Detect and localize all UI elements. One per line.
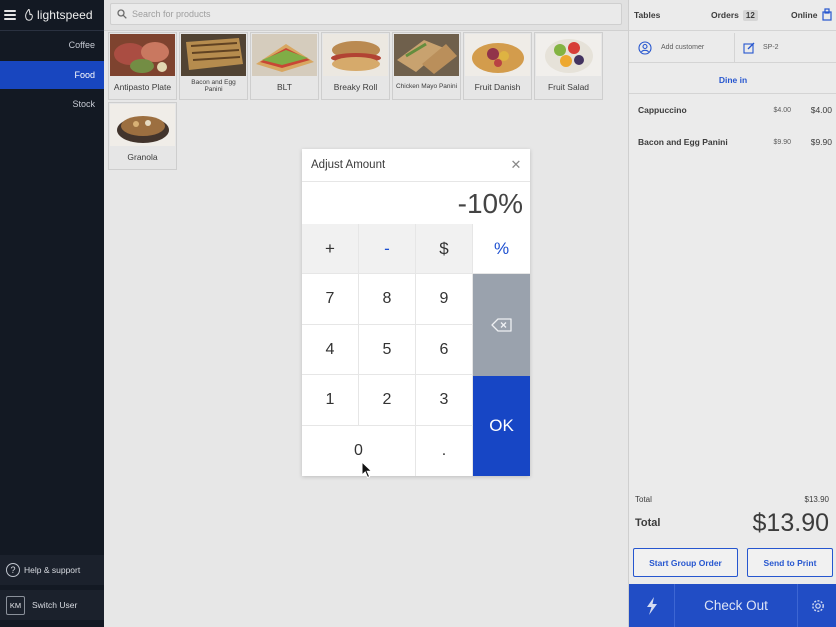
- category-coffee[interactable]: Coffee: [0, 31, 104, 59]
- digit-5-key[interactable]: 5: [359, 325, 416, 375]
- switch-user-label: Switch User: [32, 600, 78, 610]
- digit-8-key[interactable]: 8: [359, 274, 416, 325]
- digit-0-key[interactable]: 0: [302, 426, 416, 476]
- digit-2-key[interactable]: 2: [359, 375, 416, 426]
- percent-key[interactable]: %: [473, 224, 530, 274]
- backspace-icon: [490, 318, 512, 332]
- minus-key[interactable]: -: [359, 224, 416, 274]
- plus-key[interactable]: +: [302, 224, 359, 274]
- help-support-label: Help & support: [24, 565, 81, 575]
- digit-7-key[interactable]: 7: [302, 274, 359, 325]
- help-icon: ?: [6, 563, 20, 577]
- digit-1-key[interactable]: 1: [302, 375, 359, 426]
- brand-name: lightspeed: [37, 8, 93, 22]
- menu-icon[interactable]: [4, 10, 16, 20]
- amount-display: -10%: [457, 188, 523, 219]
- lightspeed-logo-icon: [25, 8, 33, 21]
- switch-user-button[interactable]: KM Switch User: [0, 590, 104, 620]
- digit-3-key[interactable]: 3: [416, 375, 473, 426]
- backspace-key[interactable]: [473, 274, 530, 376]
- dialog-title: Adjust Amount: [311, 159, 386, 171]
- help-support-button[interactable]: ? Help & support: [0, 555, 104, 585]
- user-avatar: KM: [6, 595, 25, 615]
- decimal-key[interactable]: .: [416, 426, 473, 476]
- brand-bar: lightspeed: [0, 0, 104, 30]
- adjust-amount-dialog: Adjust Amount ✕ -10% + - $ % 7 8 9 4 5 6…: [302, 149, 530, 476]
- digit-6-key[interactable]: 6: [416, 325, 473, 375]
- category-stock[interactable]: Stock: [0, 90, 104, 118]
- close-icon[interactable]: ✕: [508, 157, 524, 173]
- digit-4-key[interactable]: 4: [302, 325, 359, 375]
- category-food[interactable]: Food: [0, 61, 104, 89]
- sidebar: lightspeed Coffee Food Stock ? Help & su…: [0, 0, 104, 627]
- ok-button[interactable]: OK: [473, 376, 530, 476]
- dialog-header: Adjust Amount ✕: [302, 149, 530, 182]
- dollar-key[interactable]: $: [416, 224, 473, 274]
- digit-9-key[interactable]: 9: [416, 274, 473, 325]
